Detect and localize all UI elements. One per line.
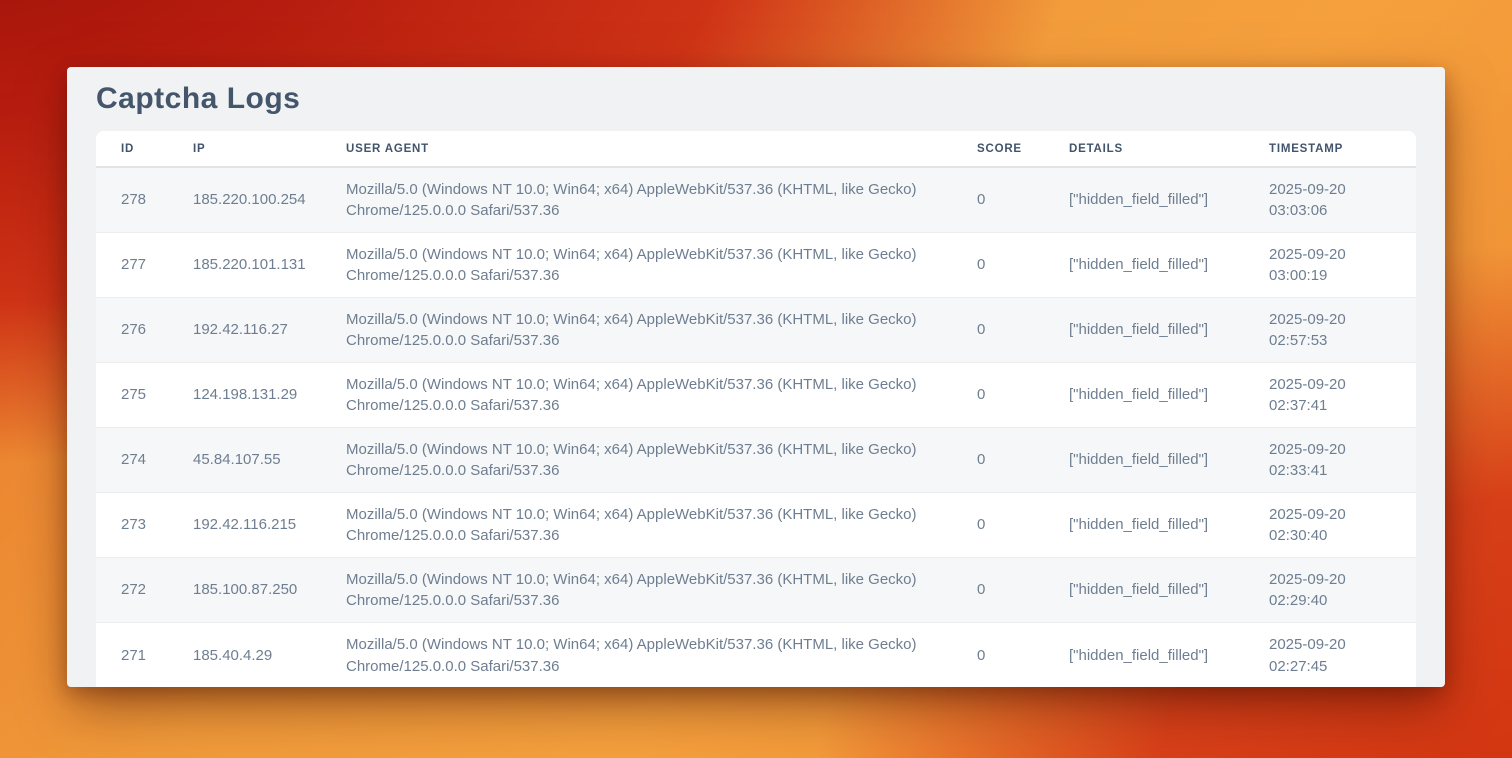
cell-user-agent: Mozilla/5.0 (Windows NT 10.0; Win64; x64… [346, 634, 977, 677]
cell-id: 277 [121, 254, 193, 276]
cell-id: 276 [121, 319, 193, 341]
cell-score: 0 [977, 319, 1069, 341]
cell-details: ["hidden_field_filled"] [1069, 384, 1269, 406]
table-row: 275 124.198.131.29 Mozilla/5.0 (Windows … [96, 363, 1416, 428]
cell-details: ["hidden_field_filled"] [1069, 579, 1269, 601]
table-header-row: IDIPUSER AGENTSCOREDETAILSTIMESTAMP [96, 131, 1416, 168]
page-title: Captcha Logs [96, 67, 1416, 131]
column-header-id: ID [121, 143, 193, 155]
cell-ip: 185.220.101.131 [193, 254, 346, 276]
cell-score: 0 [977, 254, 1069, 276]
cell-ip: 124.198.131.29 [193, 384, 346, 406]
cell-score: 0 [977, 189, 1069, 211]
app-background: { "page": { "title": "Captcha Logs" }, "… [0, 0, 1512, 758]
cell-user-agent: Mozilla/5.0 (Windows NT 10.0; Win64; x64… [346, 244, 977, 287]
table-row: 276 192.42.116.27 Mozilla/5.0 (Windows N… [96, 298, 1416, 363]
table-row: 271 185.40.4.29 Mozilla/5.0 (Windows NT … [96, 623, 1416, 687]
column-header-score: SCORE [977, 143, 1069, 155]
cell-score: 0 [977, 384, 1069, 406]
column-header-timestamp: TIMESTAMP [1269, 143, 1391, 155]
cell-user-agent: Mozilla/5.0 (Windows NT 10.0; Win64; x64… [346, 504, 977, 547]
column-header-ip: IP [193, 143, 346, 155]
cell-score: 0 [977, 449, 1069, 471]
table-row: 272 185.100.87.250 Mozilla/5.0 (Windows … [96, 558, 1416, 623]
table-row: 277 185.220.101.131 Mozilla/5.0 (Windows… [96, 233, 1416, 298]
cell-id: 274 [121, 449, 193, 471]
cell-timestamp: 2025-09-20 03:03:06 [1269, 179, 1391, 222]
cell-timestamp: 2025-09-20 02:30:40 [1269, 504, 1391, 547]
cell-details: ["hidden_field_filled"] [1069, 254, 1269, 276]
table-row: 273 192.42.116.215 Mozilla/5.0 (Windows … [96, 493, 1416, 558]
cell-id: 273 [121, 514, 193, 536]
cell-user-agent: Mozilla/5.0 (Windows NT 10.0; Win64; x64… [346, 569, 977, 612]
cell-timestamp: 2025-09-20 02:37:41 [1269, 374, 1391, 417]
cell-details: ["hidden_field_filled"] [1069, 189, 1269, 211]
cell-score: 0 [977, 645, 1069, 667]
cell-ip: 192.42.116.215 [193, 514, 346, 536]
cell-user-agent: Mozilla/5.0 (Windows NT 10.0; Win64; x64… [346, 374, 977, 417]
cell-timestamp: 2025-09-20 02:29:40 [1269, 569, 1391, 612]
cell-user-agent: Mozilla/5.0 (Windows NT 10.0; Win64; x64… [346, 179, 977, 222]
column-header-details: DETAILS [1069, 143, 1269, 155]
captcha-logs-table: IDIPUSER AGENTSCOREDETAILSTIMESTAMP 278 … [96, 131, 1416, 687]
captcha-logs-card: Captcha Logs IDIPUSER AGENTSCOREDETAILST… [67, 67, 1445, 687]
table-row: 278 185.220.100.254 Mozilla/5.0 (Windows… [96, 168, 1416, 233]
column-header-user-agent: USER AGENT [346, 143, 977, 155]
cell-ip: 192.42.116.27 [193, 319, 346, 341]
cell-details: ["hidden_field_filled"] [1069, 449, 1269, 471]
cell-ip: 185.100.87.250 [193, 579, 346, 601]
cell-score: 0 [977, 579, 1069, 601]
table-body: 278 185.220.100.254 Mozilla/5.0 (Windows… [96, 168, 1416, 687]
cell-id: 275 [121, 384, 193, 406]
cell-id: 278 [121, 189, 193, 211]
cell-user-agent: Mozilla/5.0 (Windows NT 10.0; Win64; x64… [346, 439, 977, 482]
cell-timestamp: 2025-09-20 02:57:53 [1269, 309, 1391, 352]
cell-details: ["hidden_field_filled"] [1069, 514, 1269, 536]
cell-id: 271 [121, 645, 193, 667]
cell-details: ["hidden_field_filled"] [1069, 319, 1269, 341]
cell-user-agent: Mozilla/5.0 (Windows NT 10.0; Win64; x64… [346, 309, 977, 352]
cell-details: ["hidden_field_filled"] [1069, 645, 1269, 667]
cell-timestamp: 2025-09-20 02:27:45 [1269, 634, 1391, 677]
cell-ip: 45.84.107.55 [193, 449, 346, 471]
cell-ip: 185.220.100.254 [193, 189, 346, 211]
cell-timestamp: 2025-09-20 03:00:19 [1269, 244, 1391, 287]
cell-timestamp: 2025-09-20 02:33:41 [1269, 439, 1391, 482]
cell-ip: 185.40.4.29 [193, 645, 346, 667]
cell-id: 272 [121, 579, 193, 601]
table-row: 274 45.84.107.55 Mozilla/5.0 (Windows NT… [96, 428, 1416, 493]
cell-score: 0 [977, 514, 1069, 536]
